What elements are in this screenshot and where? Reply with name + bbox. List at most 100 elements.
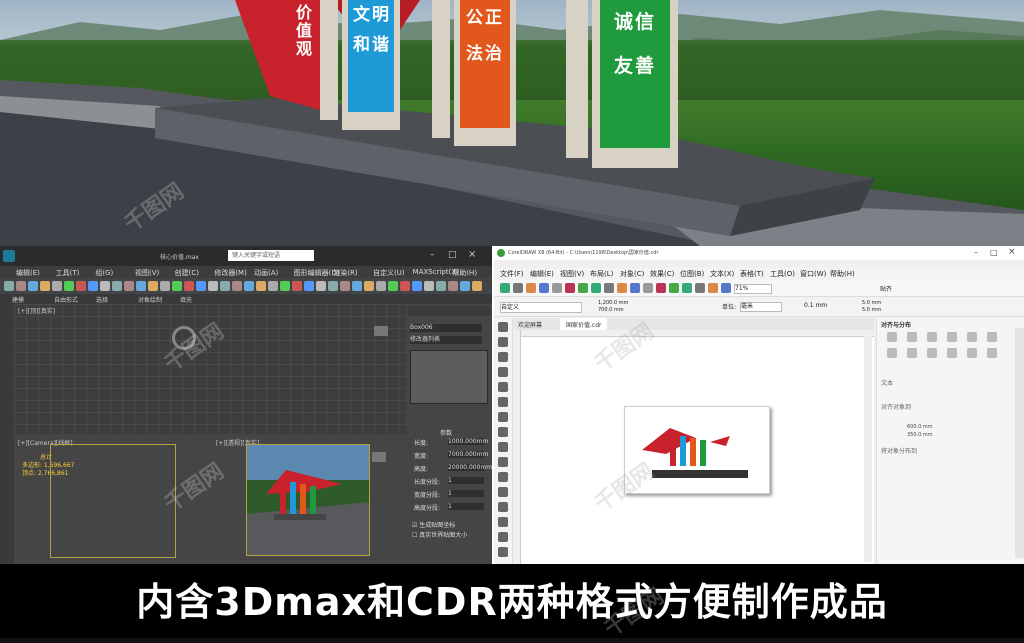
units-dropdown[interactable]: 毫米 (740, 302, 782, 312)
max-menu-item[interactable]: 编辑(E) (16, 268, 40, 278)
cdr-tool-icon[interactable] (498, 472, 508, 482)
max-toolbar-icon[interactable] (232, 281, 242, 291)
max-ribbon-tab[interactable]: 建模 (12, 295, 24, 304)
cdr-toolbar-icon[interactable] (526, 283, 536, 293)
align-icon[interactable] (927, 332, 937, 342)
max-toolbar-icon[interactable] (256, 281, 266, 291)
cdr-menu-item[interactable]: 布局(L) (590, 269, 613, 279)
cdr-menu-item[interactable]: 窗口(W) (800, 269, 826, 279)
cdr-toolbar-icon[interactable] (500, 283, 510, 293)
max-ribbon-tab[interactable]: 对象绘制 (138, 295, 162, 304)
cdr-toolbar-icon[interactable] (578, 283, 588, 293)
vertical-scrollbar[interactable] (864, 336, 872, 562)
preset-dropdown[interactable]: 自定义 (500, 302, 582, 313)
max-ribbon-tab[interactable]: 填充 (180, 295, 192, 304)
align-icon[interactable] (907, 332, 917, 342)
max-toolbar-icon[interactable] (148, 281, 158, 291)
cdr-toolbar-icon[interactable] (604, 283, 614, 293)
max-toolbar-icon[interactable] (328, 281, 338, 291)
cdr-menu-item[interactable]: 工具(O) (770, 269, 795, 279)
object-name-field[interactable]: Box006 (410, 324, 482, 332)
max-menu-item[interactable]: 工具(T) (56, 268, 80, 278)
cdr-minimize-button[interactable]: – (974, 248, 978, 257)
cdr-toolbar-icon[interactable] (630, 283, 640, 293)
max-toolbar-icon[interactable] (376, 281, 386, 291)
cdr-tool-icon[interactable] (498, 337, 508, 347)
max-toolbar-icon[interactable] (136, 281, 146, 291)
zoom-level[interactable]: 71% (734, 284, 772, 294)
max-toolbar-icon[interactable] (4, 281, 14, 291)
max-toolbar-icon[interactable] (196, 281, 206, 291)
max-toolbar-icon[interactable] (220, 281, 230, 291)
cdr-tool-icon[interactable] (498, 457, 508, 467)
max-toolbar-icon[interactable] (64, 281, 74, 291)
max-toolbar-icon[interactable] (112, 281, 122, 291)
cdr-toolbar-icon[interactable] (682, 283, 692, 293)
cdr-tool-icon[interactable] (498, 442, 508, 452)
align-icon[interactable] (967, 348, 977, 358)
param-value-field[interactable]: 1 (448, 503, 484, 510)
max-menu-item[interactable]: 修改器(M) (214, 268, 247, 278)
max-toolbar-icon[interactable] (340, 281, 350, 291)
cdr-tool-icon[interactable] (498, 427, 508, 437)
cdr-toolbar-icon[interactable] (695, 283, 705, 293)
max-menu-item[interactable]: 创建(C) (175, 268, 199, 278)
cdr-menu-item[interactable]: 视图(V) (560, 269, 584, 279)
cdr-menu-item[interactable]: 帮助(H) (830, 269, 855, 279)
max-toolbar-icon[interactable] (172, 281, 182, 291)
max-menu-item[interactable]: 组(G) (95, 268, 113, 278)
cdr-tool-icon[interactable] (498, 367, 508, 377)
cdr-menu-item[interactable]: 编辑(E) (530, 269, 554, 279)
cdr-menu-item[interactable]: 效果(C) (650, 269, 674, 279)
max-toolbar-icon[interactable] (352, 281, 362, 291)
cdr-tool-icon[interactable] (498, 532, 508, 542)
page-height[interactable]: 700.0 mm (598, 307, 624, 313)
max-toolbar-icon[interactable] (400, 281, 410, 291)
max-menu-item[interactable]: 动画(A) (254, 268, 278, 278)
cdr-menu-item[interactable]: 表格(T) (740, 269, 764, 279)
align-icon[interactable] (887, 332, 897, 342)
max-toolbar-icon[interactable] (76, 281, 86, 291)
max-toolbar-icon[interactable] (268, 281, 278, 291)
max-menu-item[interactable]: 视图(V) (135, 268, 159, 278)
cdr-canvas[interactable] (514, 330, 874, 564)
max-toolbar-icon[interactable] (160, 281, 170, 291)
align-icon[interactable] (947, 332, 957, 342)
cdr-menu-item[interactable]: 位图(B) (680, 269, 704, 279)
close-button[interactable]: × (468, 249, 476, 260)
cdr-toolbar-icon[interactable] (591, 283, 601, 293)
max-toolbar-icon[interactable] (424, 281, 434, 291)
max-toolbar-icon[interactable] (100, 281, 110, 291)
param-value-field[interactable]: 1 (448, 477, 484, 484)
cdr-toolbar-icon[interactable] (721, 283, 731, 293)
coord-x-field[interactable]: 600.0 mm (907, 424, 933, 430)
cdr-maximize-button[interactable]: □ (990, 248, 998, 257)
param-value-field[interactable]: 7000.000mm (448, 451, 488, 458)
cdr-tool-icon[interactable] (498, 397, 508, 407)
cdr-tool-icon[interactable] (498, 487, 508, 497)
max-toolbar-icon[interactable] (316, 281, 326, 291)
max-toolbar-icon[interactable] (460, 281, 470, 291)
cdr-menu-item[interactable]: 文本(X) (710, 269, 734, 279)
cdr-toolbar-icon[interactable] (552, 283, 562, 293)
max-toolbar-icon[interactable] (28, 281, 38, 291)
cdr-menu-item[interactable]: 对象(C) (620, 269, 644, 279)
max-toolbar-icon[interactable] (280, 281, 290, 291)
max-toolbar-icon[interactable] (184, 281, 194, 291)
align-icon[interactable] (987, 332, 997, 342)
page-width[interactable]: 1,200.0 mm (598, 300, 628, 306)
align-icon[interactable] (907, 348, 917, 358)
cdr-tool-icon[interactable] (498, 382, 508, 392)
max-menu-item[interactable]: 渲染(R) (333, 268, 357, 278)
max-toolbar-icon[interactable] (16, 281, 26, 291)
max-toolbar-icon[interactable] (88, 281, 98, 291)
param-value-field[interactable]: 20000.000mm (448, 464, 492, 471)
cdr-toolbar-icon[interactable] (643, 283, 653, 293)
max-toolbar-icon[interactable] (436, 281, 446, 291)
max-ribbon-tab[interactable]: 选择 (96, 295, 108, 304)
max-toolbar-icon[interactable] (52, 281, 62, 291)
cdr-tool-icon[interactable] (498, 547, 508, 557)
max-toolbar-icon[interactable] (244, 281, 254, 291)
max-search-input[interactable]: 键入关键字或短语 (228, 250, 314, 261)
param-value-field[interactable]: 1000.000mm (448, 438, 488, 445)
